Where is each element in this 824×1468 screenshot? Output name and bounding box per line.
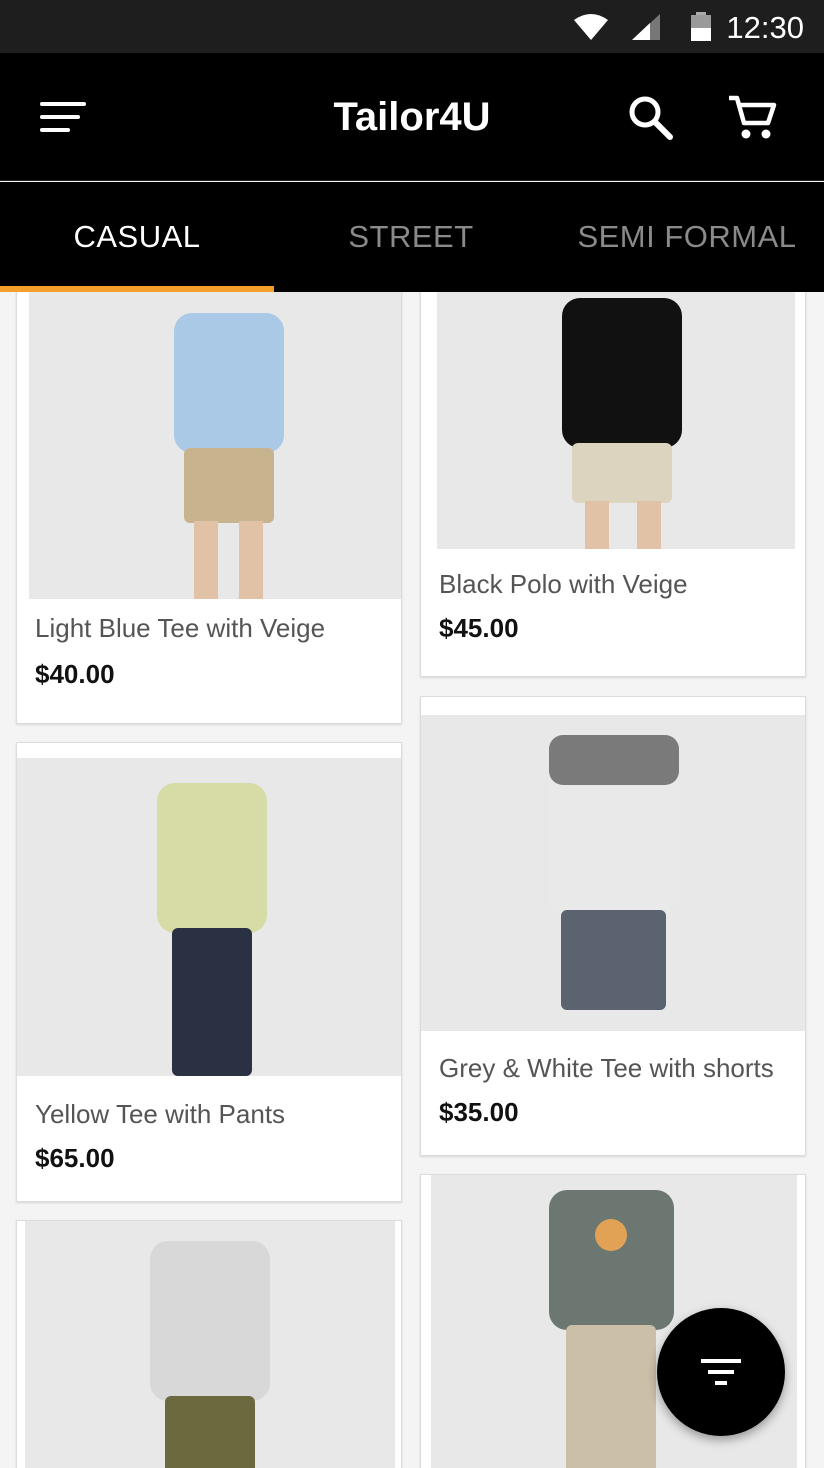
filter-icon	[701, 1359, 741, 1385]
search-icon[interactable]	[626, 93, 674, 141]
product-name: Light Blue Tee with Veige	[35, 613, 326, 643]
filter-button[interactable]	[657, 1308, 785, 1436]
product-image	[17, 758, 401, 1076]
battery-icon	[691, 12, 711, 41]
product-name: Black Polo with Veige	[439, 569, 688, 599]
product-name: Yellow Tee with Pants	[35, 1099, 286, 1129]
product-card[interactable]: Black Polo with Veige $45.00	[420, 292, 806, 677]
product-image	[25, 1221, 395, 1468]
product-card[interactable]: Yellow Tee with Pants $65.00	[16, 742, 402, 1202]
cellular-signal-icon	[632, 14, 660, 40]
tab-semi-formal[interactable]: SEMI FORMAL	[550, 182, 824, 292]
category-tabs: CASUAL STREET SEMI FORMAL	[0, 182, 824, 292]
product-price: $65.00	[35, 1143, 115, 1173]
app-title: Tailor4U	[333, 95, 491, 139]
cart-icon[interactable]	[726, 93, 778, 141]
product-price: $40.00	[35, 659, 115, 689]
product-image	[437, 292, 795, 549]
product-card[interactable]: Grey & White Tee with shorts $35.00	[420, 696, 806, 1156]
status-bar: 12:30	[0, 0, 824, 53]
tab-street[interactable]: STREET	[274, 182, 548, 292]
product-grid: Light Blue Tee with Veige $40.00 Black P…	[0, 292, 824, 1468]
tab-casual[interactable]: CASUAL	[0, 182, 274, 292]
product-name: Grey & White Tee with shorts	[439, 1053, 774, 1083]
product-image	[421, 715, 805, 1031]
product-image	[29, 292, 401, 599]
app-bar: Tailor4U	[0, 53, 824, 181]
product-price: $45.00	[439, 613, 519, 643]
clock: 12:30	[726, 10, 804, 45]
wifi-icon	[574, 14, 608, 40]
product-card[interactable]: Light Blue Tee with Veige $40.00	[16, 292, 402, 724]
product-card[interactable]	[16, 1220, 402, 1468]
product-price: $35.00	[439, 1097, 519, 1127]
